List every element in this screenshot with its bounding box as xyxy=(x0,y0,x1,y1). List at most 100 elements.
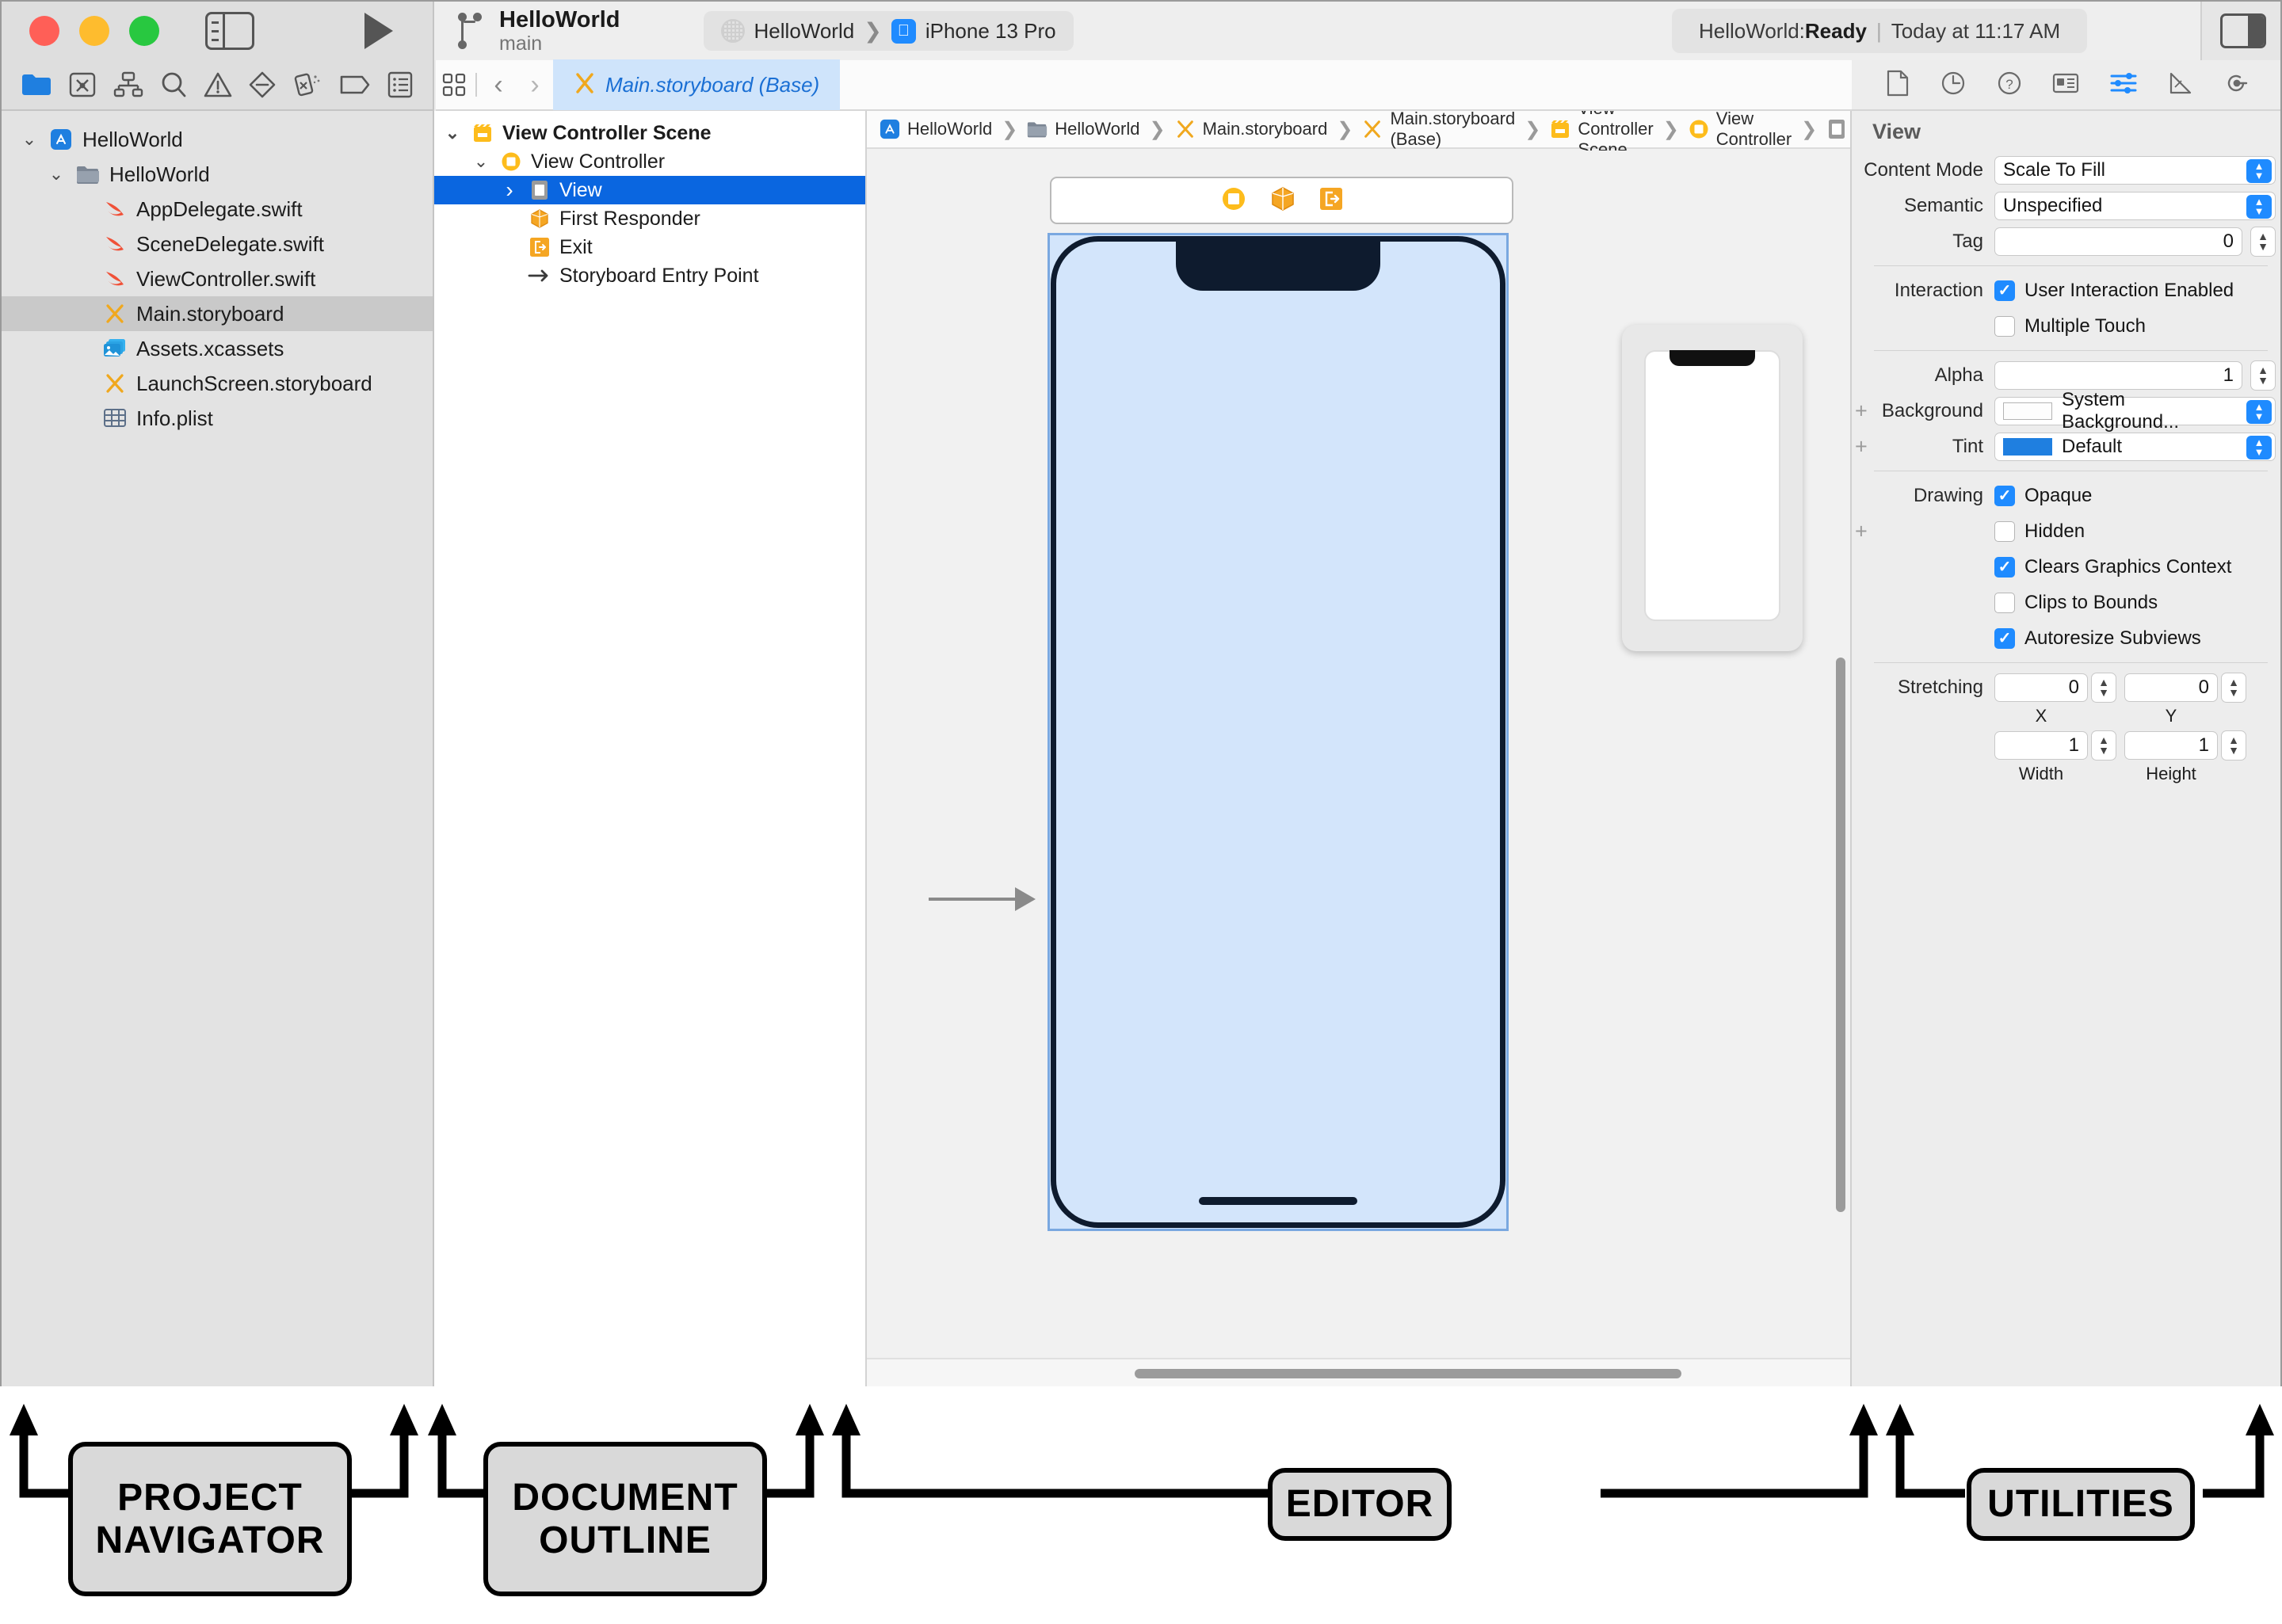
canvas-horizontal-scrollbar[interactable] xyxy=(1135,1369,1681,1378)
stretching-y-input[interactable]: 0 xyxy=(2124,673,2218,702)
navigator-item-appdelegate-swift[interactable]: AppDelegate.swift xyxy=(2,192,433,227)
debug-navigator-icon[interactable] xyxy=(292,71,322,99)
stretching-height-input[interactable]: 1 xyxy=(2124,731,2218,760)
folder-icon xyxy=(76,165,100,184)
navigator-item-launchscreen-storyboard[interactable]: LaunchScreen.storyboard xyxy=(2,366,433,401)
disclosure-open-icon[interactable]: ⌄ xyxy=(46,164,67,185)
forward-button[interactable]: › xyxy=(517,67,553,103)
scheme-destination-control[interactable]: HelloWorld ❯  iPhone 13 Pro xyxy=(704,11,1074,51)
tag-value: 0 xyxy=(2223,231,2234,253)
device-preview[interactable] xyxy=(1622,325,1803,651)
background-value: System Background... xyxy=(2062,389,2240,433)
swift-file-icon xyxy=(103,269,127,289)
back-button[interactable]: ‹ xyxy=(480,67,517,103)
view-canvas[interactable] xyxy=(1051,236,1505,1228)
activity-status-bar[interactable]: HelloWorld: Ready | Today at 11:17 AM xyxy=(1672,9,2087,53)
navigator-item-viewcontroller-swift[interactable]: ViewController.swift xyxy=(2,261,433,296)
zoom-button[interactable] xyxy=(129,16,159,46)
hidden-checkbox[interactable] xyxy=(1994,521,2015,542)
navigator-item-label: AppDelegate.swift xyxy=(136,197,303,222)
report-navigator-icon[interactable] xyxy=(387,71,414,99)
navigator-item-helloworld[interactable]: ⌄HelloWorld xyxy=(2,122,433,157)
breadcrumb-item-view[interactable]: View xyxy=(1826,119,1852,139)
storyboard-canvas[interactable] xyxy=(867,151,1850,1388)
outline-item-storyboard-entry-point[interactable]: Storyboard Entry Point xyxy=(434,261,865,290)
alpha-stepper[interactable]: ▲▼ xyxy=(2250,360,2276,391)
stretching-x-stepper[interactable]: ▲▼ xyxy=(2091,673,2116,703)
scene-icon xyxy=(471,123,494,143)
semantic-value: Unspecified xyxy=(2003,195,2102,217)
navigator-item-main-storyboard[interactable]: Main.storyboard xyxy=(2,296,433,331)
size-inspector-icon[interactable] xyxy=(2168,71,2193,99)
autoresize-subviews-checkbox[interactable] xyxy=(1994,628,2015,649)
stretching-height-stepper[interactable]: ▲▼ xyxy=(2221,730,2246,761)
source-control-navigator-icon[interactable] xyxy=(68,71,97,99)
breadcrumb-item-helloworld[interactable]: HelloWorld xyxy=(1027,119,1139,139)
opaque-checkbox[interactable] xyxy=(1994,486,2015,506)
alpha-input[interactable]: 1 xyxy=(1994,361,2242,390)
canvas-vertical-scrollbar[interactable] xyxy=(1836,658,1845,1212)
disclosure-closed-icon[interactable]: › xyxy=(499,177,520,203)
test-navigator-icon[interactable] xyxy=(248,71,277,99)
outline-item-first-responder[interactable]: First Responder xyxy=(434,204,865,233)
user-interaction-enabled-checkbox[interactable] xyxy=(1994,280,2015,301)
breadcrumb-item-view-controller[interactable]: View Controller xyxy=(1689,111,1792,150)
symbol-navigator-icon[interactable] xyxy=(113,71,143,98)
minimize-button[interactable] xyxy=(79,16,109,46)
stretching-y-stepper[interactable]: ▲▼ xyxy=(2221,673,2246,703)
alpha-row: Alpha 1 ▲▼ xyxy=(1852,357,2282,393)
issue-navigator-icon[interactable] xyxy=(204,71,232,98)
tint-color-select[interactable]: Default ▲▼ xyxy=(1994,433,2276,461)
run-button[interactable] xyxy=(364,13,393,49)
attributes-inspector-icon[interactable] xyxy=(2110,72,2137,98)
outline-item-exit[interactable]: Exit xyxy=(434,233,865,261)
tag-input[interactable]: 0 xyxy=(1994,227,2242,256)
view-controller-canvas[interactable] xyxy=(1048,233,1509,1231)
first-responder-icon[interactable] xyxy=(1269,185,1296,216)
view-controller-icon[interactable] xyxy=(1220,185,1247,216)
disclosure-open-icon[interactable]: ⌄ xyxy=(19,129,40,150)
navigator-item-info-plist[interactable]: Info.plist xyxy=(2,401,433,436)
file-inspector-icon[interactable] xyxy=(1886,70,1910,101)
content-mode-select[interactable]: Scale To Fill ▲▼ xyxy=(1994,156,2276,185)
project-title-block[interactable]: HelloWorld main xyxy=(499,7,620,55)
exit-icon[interactable] xyxy=(1318,186,1344,215)
outline-item-view-controller-scene[interactable]: ⌄View Controller Scene xyxy=(434,119,865,147)
breadcrumb-item-main-storyboard-base-[interactable]: Main.storyboard (Base) xyxy=(1362,111,1515,150)
outline-item-view-controller[interactable]: ⌄View Controller xyxy=(434,147,865,176)
navigator-item-assets-xcassets[interactable]: Assets.xcassets xyxy=(2,331,433,366)
navigator-item-scenedelegate-swift[interactable]: SceneDelegate.swift xyxy=(2,227,433,261)
add-variation-icon[interactable]: + xyxy=(1855,398,1868,423)
add-variation-icon[interactable]: + xyxy=(1855,434,1868,459)
clips-to-bounds-checkbox[interactable] xyxy=(1994,593,2015,613)
toggle-navigator-icon[interactable] xyxy=(205,12,254,50)
connections-inspector-icon[interactable] xyxy=(2224,71,2250,100)
add-variation-icon[interactable]: + xyxy=(1855,519,1868,543)
history-inspector-icon[interactable] xyxy=(1940,71,1966,100)
stretching-width-stepper[interactable]: ▲▼ xyxy=(2091,730,2116,761)
find-navigator-icon[interactable] xyxy=(159,71,188,99)
title-bar-right: HelloWorld main HelloWorld ❯  iPhone 13… xyxy=(434,2,2282,60)
breadcrumb-item-main-storyboard[interactable]: Main.storyboard xyxy=(1175,118,1328,140)
quick-help-inspector-icon[interactable]: ? xyxy=(1997,71,2022,100)
semantic-select[interactable]: Unspecified ▲▼ xyxy=(1994,192,2276,220)
tag-stepper[interactable]: ▲▼ xyxy=(2250,227,2276,257)
background-color-select[interactable]: System Background... ▲▼ xyxy=(1994,397,2276,425)
toggle-inspector-icon[interactable] xyxy=(2200,2,2282,60)
tab-main-storyboard[interactable]: Main.storyboard (Base) xyxy=(553,59,840,110)
breakpoint-navigator-icon[interactable] xyxy=(339,74,371,95)
disclosure-open-icon[interactable]: ⌄ xyxy=(471,151,491,172)
identity-inspector-icon[interactable] xyxy=(2052,72,2079,98)
clears-graphics-context-checkbox[interactable] xyxy=(1994,557,2015,578)
disclosure-open-icon[interactable]: ⌄ xyxy=(442,123,463,143)
stretching-width-input[interactable]: 1 xyxy=(1994,731,2088,760)
stretching-x-input[interactable]: 0 xyxy=(1994,673,2088,702)
outline-item-view[interactable]: ›View xyxy=(434,176,865,204)
navigator-item-helloworld[interactable]: ⌄HelloWorld xyxy=(2,157,433,192)
related-items-icon[interactable] xyxy=(436,67,472,103)
stretching-x-value: 0 xyxy=(2069,677,2079,699)
project-navigator-icon[interactable] xyxy=(21,72,52,97)
breadcrumb-item-helloworld[interactable]: HelloWorld xyxy=(880,118,992,140)
multiple-touch-checkbox[interactable] xyxy=(1994,316,2015,337)
close-button[interactable] xyxy=(29,16,59,46)
